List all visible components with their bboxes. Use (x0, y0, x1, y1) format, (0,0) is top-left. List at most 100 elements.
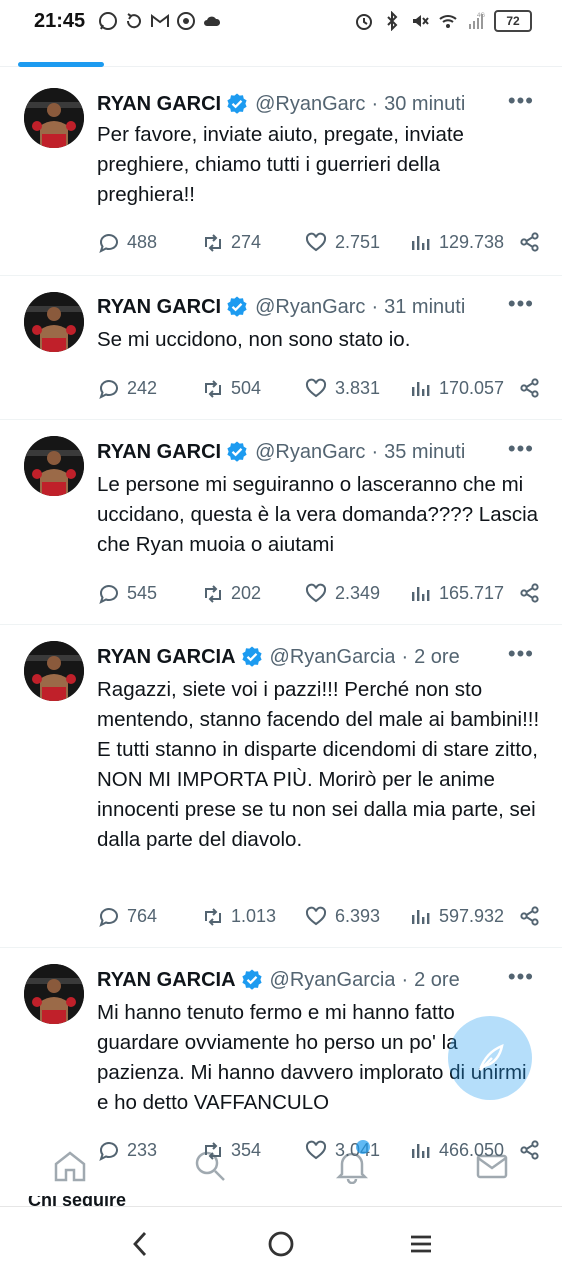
avatar-image (24, 436, 84, 496)
timestamp[interactable]: 30 minuti (384, 93, 465, 116)
peek-text: Chi seguire (28, 1196, 127, 1206)
retweet-button[interactable]: 504 (201, 374, 261, 402)
home-icon[interactable] (52, 1148, 88, 1184)
more-options-icon[interactable]: ••• (508, 88, 534, 114)
avatar[interactable] (24, 641, 84, 701)
avatar[interactable] (24, 292, 84, 352)
avatar[interactable] (24, 436, 84, 496)
more-options-icon[interactable]: ••• (508, 641, 534, 667)
reply-button[interactable]: 242 (97, 374, 157, 402)
reply-button[interactable]: 764 (97, 902, 157, 930)
views-button[interactable]: 129.738 (409, 228, 504, 256)
views-button[interactable]: 170.057 (409, 374, 504, 402)
separator-dot: · (401, 645, 409, 668)
reply-button[interactable]: 488 (97, 228, 157, 256)
tweet-text: Se mi uccidono, non sono stato io. (97, 328, 411, 351)
tweet-header: RYAN GARCIA @RyanGarcia · 2 ore (97, 643, 534, 671)
avatar[interactable] (24, 964, 84, 1024)
like-count: 6.393 (335, 905, 381, 926)
retweet-count: 202 (231, 582, 262, 603)
avatar-image (24, 641, 84, 701)
compose-button[interactable] (448, 1016, 532, 1100)
tweet[interactable]: RYAN GARCIA @RyanGarcia · 2 ore ••• Raga… (0, 625, 562, 948)
status-time: 21:45 (34, 10, 86, 32)
tweet-header: RYAN GARCI @RyanGarc · 31 minuti (97, 293, 534, 321)
timestamp[interactable]: 2 ore (414, 646, 460, 669)
retweet-icon (205, 234, 221, 252)
share-button[interactable] (518, 902, 540, 930)
tweet-text: Ragazzi, siete voi i pazzi!!! Perché non… (97, 678, 540, 851)
author-name[interactable]: RYAN GARCI (97, 296, 221, 319)
retweet-button[interactable]: 1.013 (201, 902, 276, 930)
share-icon (520, 906, 539, 926)
retweet-button[interactable]: 202 (201, 579, 261, 607)
author-handle[interactable]: @RyanGarcia (270, 969, 396, 992)
tweet[interactable]: RYAN GARCI @RyanGarc · 30 minuti ••• Per… (0, 70, 562, 276)
share-button[interactable] (518, 228, 540, 256)
tweet-header: RYAN GARCIA @RyanGarcia · 2 ore (97, 966, 534, 994)
separator-dot: · (401, 968, 409, 991)
tweet-text: Per favore, inviate aiuto, pregate, invi… (97, 123, 464, 206)
like-button[interactable]: 3.831 (305, 374, 380, 402)
like-count: 3.831 (335, 377, 381, 398)
reply-button[interactable]: 545 (97, 579, 157, 607)
search-icon[interactable] (192, 1148, 228, 1184)
heart-icon (305, 378, 327, 398)
author-handle[interactable]: @RyanGarc (255, 441, 365, 464)
cloud-icon (204, 16, 221, 26)
reply-count: 488 (127, 231, 158, 252)
verified-badge-icon (227, 93, 247, 114)
author-name[interactable]: RYAN GARCI (97, 441, 221, 464)
messages-icon[interactable] (474, 1148, 510, 1184)
home-circle-icon[interactable] (266, 1229, 296, 1259)
reply-icon (99, 380, 118, 399)
views-button[interactable]: 165.717 (409, 579, 504, 607)
share-button[interactable] (518, 579, 540, 607)
author-name[interactable]: RYAN GARCIA (97, 646, 236, 669)
whatsapp-icon (99, 12, 117, 30)
analytics-icon (412, 587, 430, 601)
author-name[interactable]: RYAN GARCI (97, 93, 221, 116)
view-count: 170.057 (439, 377, 505, 398)
avatar-image (24, 88, 84, 148)
like-button[interactable]: 6.393 (305, 902, 380, 930)
retweet-count: 504 (231, 377, 262, 398)
more-options-icon[interactable]: ••• (508, 436, 534, 462)
timestamp[interactable]: 35 minuti (384, 441, 465, 464)
tweet[interactable]: RYAN GARCI @RyanGarc · 31 minuti ••• Se … (0, 276, 562, 420)
view-count: 165.717 (439, 582, 505, 603)
retweet-button[interactable]: 274 (201, 228, 261, 256)
like-button[interactable]: 2.751 (305, 228, 380, 256)
timestamp[interactable]: 2 ore (414, 969, 460, 992)
feather-icon (478, 1043, 504, 1071)
author-handle[interactable]: @RyanGarcia (270, 646, 396, 669)
chrome-icon (177, 12, 195, 30)
retweet-count: 274 (231, 231, 262, 252)
notification-icons (98, 11, 222, 31)
more-options-icon[interactable]: ••• (508, 291, 534, 317)
analytics-icon (412, 382, 430, 396)
bottom-tab-bar (0, 1136, 562, 1202)
reply-icon (99, 908, 118, 927)
tweet-actions: 242 504 3.831 170.057 (97, 374, 540, 402)
more-options-icon[interactable]: ••• (508, 964, 534, 990)
author-handle[interactable]: @RyanGarc (255, 93, 365, 116)
avatar[interactable] (24, 88, 84, 148)
tweet-header: RYAN GARCI @RyanGarc · 30 minuti (97, 90, 534, 118)
back-icon[interactable] (126, 1229, 156, 1259)
system-nav-bar (0, 1206, 562, 1281)
views-button[interactable]: 597.932 (409, 902, 504, 930)
tweet[interactable]: RYAN GARCI @RyanGarc · 35 minuti ••• Le … (0, 420, 562, 625)
tab-indicator[interactable] (18, 62, 104, 67)
bluetooth-icon (387, 11, 398, 31)
share-button[interactable] (518, 374, 540, 402)
signal-icon: 4G (469, 13, 485, 29)
view-count: 129.738 (439, 231, 505, 252)
author-handle[interactable]: @RyanGarc (255, 296, 365, 319)
retweet-icon (205, 380, 221, 398)
like-button[interactable]: 2.349 (305, 579, 380, 607)
separator-dot: · (371, 440, 379, 463)
recents-icon[interactable] (406, 1229, 436, 1259)
author-name[interactable]: RYAN GARCIA (97, 969, 236, 992)
timestamp[interactable]: 31 minuti (384, 296, 465, 319)
